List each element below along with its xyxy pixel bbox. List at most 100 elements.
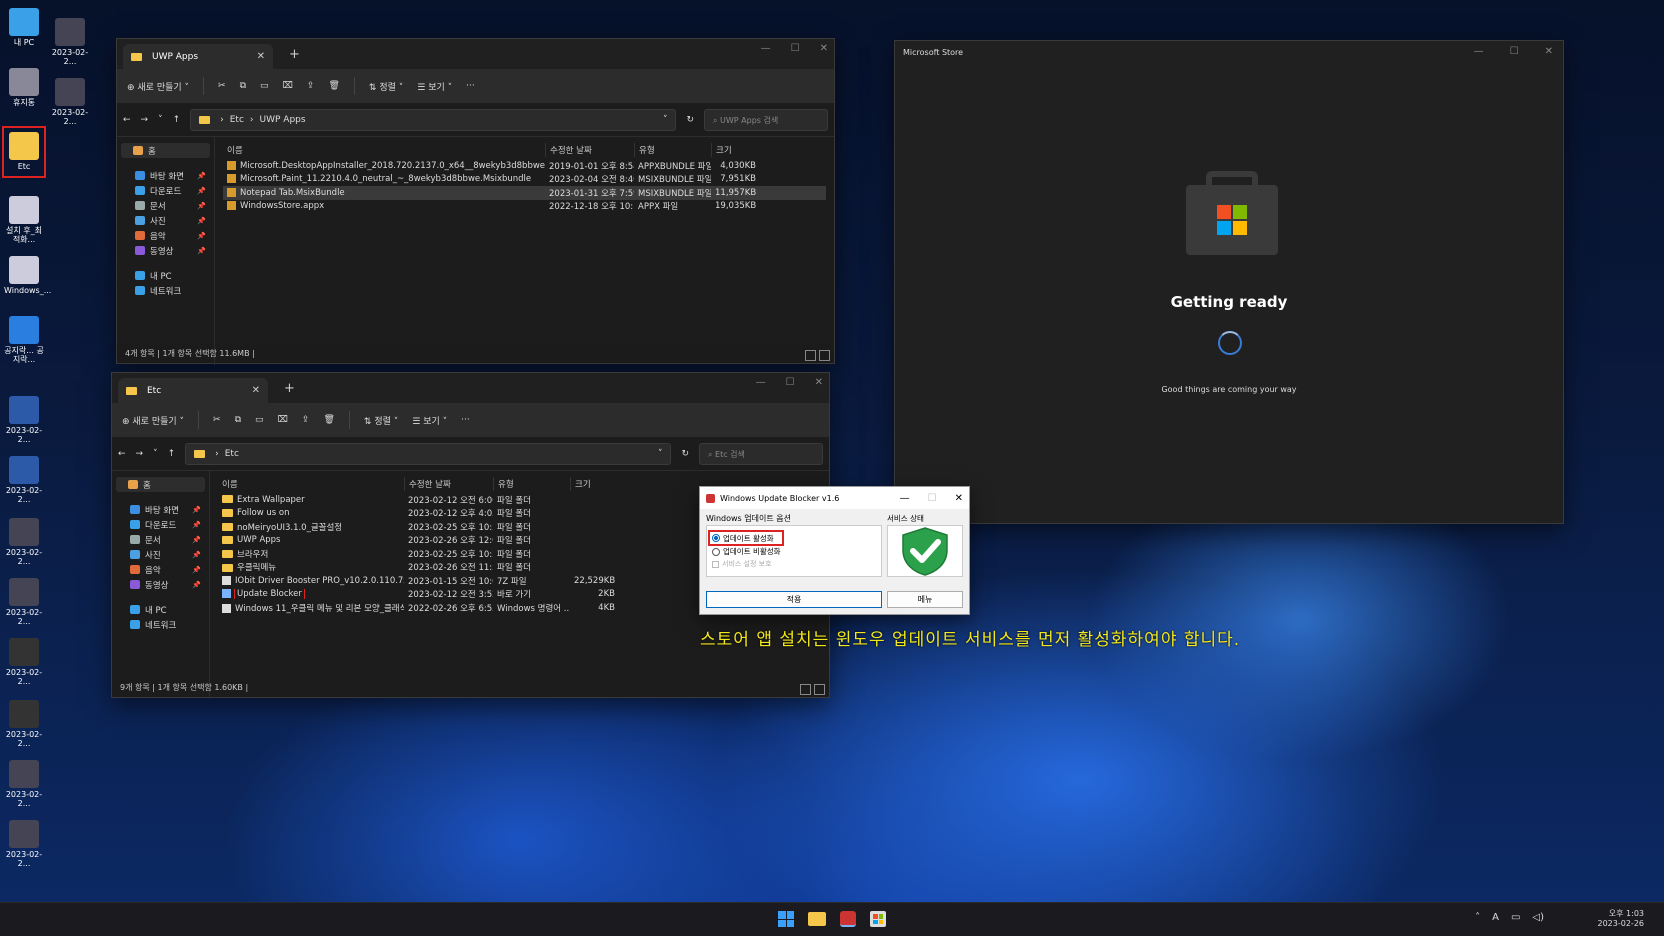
cut-icon[interactable]: ✂ bbox=[218, 81, 226, 91]
start-button[interactable] bbox=[778, 911, 794, 927]
tiles-view-icon[interactable] bbox=[819, 350, 830, 361]
view-button[interactable]: ☰ 보기 ˅ bbox=[412, 414, 447, 427]
desktop-icon[interactable]: 2023-02-2... bbox=[4, 638, 44, 687]
pin-icon[interactable]: 📌 bbox=[197, 232, 206, 240]
menu-button[interactable]: 메뉴 bbox=[887, 591, 963, 608]
pin-icon[interactable]: 📌 bbox=[192, 536, 201, 544]
store-taskbar-icon[interactable] bbox=[870, 911, 886, 927]
pin-icon[interactable]: 📌 bbox=[192, 521, 201, 529]
desktop-icon[interactable]: 공지락... 공지락... bbox=[4, 316, 44, 365]
new-tab-button[interactable]: + bbox=[289, 47, 300, 62]
nav-item[interactable]: 홈 bbox=[116, 477, 205, 492]
close-button[interactable]: ✕ bbox=[1545, 46, 1553, 57]
minimize-button[interactable]: — bbox=[900, 493, 910, 504]
tab-uwp-apps[interactable]: UWP Apps ✕ bbox=[123, 44, 273, 69]
breadcrumb-etc[interactable]: Etc bbox=[230, 115, 244, 125]
search-input[interactable]: ⌕ Etc 검색 bbox=[699, 442, 823, 465]
breadcrumb-etc[interactable]: Etc bbox=[225, 449, 239, 459]
up-icon[interactable]: ↑ bbox=[168, 449, 176, 459]
refresh-icon[interactable]: ↻ bbox=[681, 449, 689, 459]
copy-icon[interactable]: ⧉ bbox=[240, 81, 246, 91]
desktop-icon[interactable]: 2023-02-2... bbox=[4, 578, 44, 627]
desktop-icon[interactable]: 2023-02-2... bbox=[4, 518, 44, 567]
view-button[interactable]: ☰ 보기 ˅ bbox=[417, 80, 452, 93]
pin-icon[interactable]: 📌 bbox=[192, 551, 201, 559]
chevron-down-icon[interactable]: ˅ bbox=[663, 115, 668, 125]
pin-icon[interactable]: 📌 bbox=[197, 217, 206, 225]
tiles-view-icon[interactable] bbox=[814, 684, 825, 695]
rename-icon[interactable]: ⌧ bbox=[283, 81, 293, 91]
nav-item[interactable]: 사진 📌 bbox=[116, 547, 205, 562]
maximize-button[interactable]: ☐ bbox=[791, 43, 800, 54]
back-icon[interactable]: ← bbox=[118, 449, 126, 459]
close-tab-icon[interactable]: ✕ bbox=[252, 385, 260, 396]
sort-button[interactable]: ⇅ 정렬 ˅ bbox=[364, 414, 398, 427]
nav-item[interactable]: 사진 📌 bbox=[121, 213, 210, 228]
desktop-icon[interactable]: 2023-02-2... bbox=[4, 760, 44, 809]
file-row[interactable]: Microsoft.DesktopAppInstaller_2018.720.2… bbox=[223, 159, 826, 173]
forward-icon[interactable]: → bbox=[141, 115, 149, 125]
delete-icon[interactable]: 🗑 bbox=[323, 415, 334, 425]
desktop-icon[interactable]: Windows_... bbox=[4, 256, 51, 296]
column-name[interactable]: 이름 bbox=[223, 144, 545, 156]
recent-icon[interactable]: ˅ bbox=[158, 115, 163, 125]
more-icon[interactable]: ··· bbox=[466, 81, 475, 91]
nav-item[interactable]: 동영상 📌 bbox=[121, 243, 210, 258]
disable-updates-radio[interactable]: 업데이트 비활성화 bbox=[712, 546, 781, 557]
desktop-icon[interactable]: 2023-02-2... bbox=[50, 18, 90, 67]
desktop-icon[interactable]: 2023-02-2... bbox=[4, 700, 44, 749]
enable-updates-radio[interactable]: 업데이트 활성화 bbox=[708, 530, 784, 546]
details-view-icon[interactable] bbox=[805, 350, 816, 361]
maximize-button[interactable]: ☐ bbox=[786, 377, 795, 388]
close-button[interactable]: ✕ bbox=[815, 377, 823, 388]
minimize-button[interactable]: — bbox=[1474, 46, 1484, 57]
nav-item[interactable]: 음악 📌 bbox=[121, 228, 210, 243]
search-input[interactable]: ⌕ UWP Apps 검색 bbox=[704, 108, 828, 131]
tab-etc[interactable]: Etc ✕ bbox=[118, 378, 268, 403]
maximize-button[interactable]: ☐ bbox=[1510, 46, 1519, 57]
pin-icon[interactable]: 📌 bbox=[192, 581, 201, 589]
nav-item[interactable]: 네트워크 bbox=[116, 617, 205, 632]
nav-item[interactable]: 홈 bbox=[121, 143, 210, 158]
desktop-icon[interactable]: 내 PC bbox=[4, 8, 44, 48]
nav-item[interactable]: 동영상 📌 bbox=[116, 577, 205, 592]
update-blocker-taskbar-icon[interactable] bbox=[840, 911, 856, 927]
column-name[interactable]: 이름 bbox=[218, 478, 404, 490]
nav-item[interactable]: 문서 📌 bbox=[121, 198, 210, 213]
input-indicator[interactable]: A bbox=[1492, 912, 1499, 923]
address-bar[interactable]: › Etc › UWP Apps ˅ bbox=[190, 108, 677, 131]
paste-icon[interactable]: ▭ bbox=[260, 81, 269, 91]
rename-icon[interactable]: ⌧ bbox=[278, 415, 288, 425]
desktop-icon[interactable]: 2023-02-2... bbox=[4, 396, 44, 445]
column-date[interactable]: 수정한 날짜 bbox=[546, 144, 634, 156]
pin-icon[interactable]: 📌 bbox=[197, 187, 206, 195]
close-button[interactable]: ✕ bbox=[820, 43, 828, 54]
new-tab-button[interactable]: + bbox=[284, 381, 295, 396]
nav-item[interactable]: 내 PC bbox=[116, 602, 205, 617]
close-tab-icon[interactable]: ✕ bbox=[257, 51, 265, 62]
up-icon[interactable]: ↑ bbox=[173, 115, 181, 125]
pin-icon[interactable]: 📌 bbox=[192, 506, 201, 514]
network-icon[interactable]: ▭ bbox=[1511, 912, 1520, 923]
file-row[interactable]: WindowsStore.appx 2022-12-18 오후 10:12 APPX… bbox=[223, 200, 826, 214]
nav-item[interactable]: 바탕 화면 📌 bbox=[116, 502, 205, 517]
close-button[interactable]: ✕ bbox=[955, 493, 963, 504]
pin-icon[interactable]: 📌 bbox=[197, 247, 206, 255]
column-size[interactable]: 크기 bbox=[712, 144, 758, 156]
nav-item[interactable]: 문서 📌 bbox=[116, 532, 205, 547]
volume-icon[interactable]: ◁) bbox=[1532, 912, 1544, 923]
back-icon[interactable]: ← bbox=[123, 115, 131, 125]
column-size[interactable]: 크기 bbox=[571, 478, 617, 490]
file-explorer-taskbar-icon[interactable] bbox=[808, 912, 826, 926]
nav-item[interactable]: 다운로드 📌 bbox=[116, 517, 205, 532]
nav-item[interactable]: 바탕 화면 📌 bbox=[121, 168, 210, 183]
share-icon[interactable]: ⇪ bbox=[302, 415, 310, 425]
column-type[interactable]: 유형 bbox=[494, 478, 570, 490]
desktop-icon[interactable]: 2023-02-2... bbox=[4, 820, 44, 869]
nav-item[interactable]: 내 PC bbox=[121, 268, 210, 283]
desktop-icon[interactable]: Etc bbox=[2, 126, 46, 178]
address-bar[interactable]: › Etc ˅ bbox=[185, 442, 672, 465]
recent-icon[interactable]: ˅ bbox=[153, 449, 158, 459]
desktop-icon[interactable]: 2023-02-2... bbox=[4, 456, 44, 505]
cut-icon[interactable]: ✂ bbox=[213, 415, 221, 425]
